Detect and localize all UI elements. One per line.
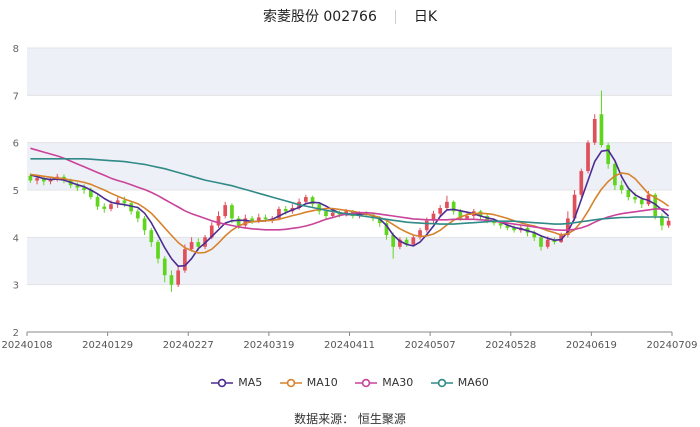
legend-item-ma30[interactable]: MA30 [355, 376, 413, 389]
candle-body [579, 171, 584, 195]
y-tick-label: 2 [13, 328, 19, 339]
candle-body [236, 218, 241, 226]
candle-body [223, 205, 228, 217]
x-tick-label: 20240227 [163, 340, 214, 351]
candle-body [136, 211, 140, 219]
candle-body [324, 211, 328, 217]
legend-marker [279, 378, 302, 387]
candle-body [216, 216, 221, 226]
legend-label: MA60 [457, 376, 489, 389]
candle-body [592, 119, 597, 143]
candle-body [142, 218, 147, 231]
candle-body [263, 217, 268, 220]
x-tick-label: 20240709 [647, 340, 698, 351]
candle-body [545, 239, 550, 247]
legend-label: MA10 [306, 376, 338, 389]
y-tick-label: 6 [13, 139, 19, 150]
y-tick-label: 8 [13, 44, 19, 55]
candle-body [619, 185, 624, 190]
candle-body [256, 217, 261, 221]
candle-body [586, 142, 590, 172]
candle-body [599, 114, 604, 146]
y-tick-label: 3 [13, 281, 19, 292]
x-tick-label: 20240507 [405, 340, 456, 351]
candle-body [28, 175, 33, 181]
x-tick-label: 20240129 [82, 340, 133, 351]
y-tick-label: 5 [13, 186, 19, 197]
legend-item-ma10[interactable]: MA10 [279, 376, 338, 389]
y-tick-label: 7 [13, 91, 19, 102]
legend-label: MA5 [238, 376, 263, 389]
candle-body [330, 212, 335, 217]
candle-body [162, 258, 167, 276]
legend-dot [286, 378, 295, 387]
candle-body [465, 216, 469, 219]
x-tick-label: 20240319 [243, 340, 294, 351]
candle-body [122, 200, 127, 204]
candle-body [639, 199, 644, 205]
x-tick-label: 20240619 [566, 340, 617, 351]
candle-body [626, 190, 631, 198]
x-tick-label: 20240108 [2, 340, 53, 351]
candle-body [149, 230, 154, 243]
legend-dot [218, 378, 227, 387]
candlestick-chart: 2 3 4 5 6 7 8 20240108 20240129 20240227 20240319 2… [2, 44, 698, 351]
grid-band [27, 237, 672, 285]
candle-body [666, 220, 671, 226]
legend-marker [211, 378, 234, 387]
x-tick-label: 20240528 [485, 340, 536, 351]
candle-body [109, 204, 113, 209]
candle-body [35, 178, 39, 181]
legend-label: MA30 [382, 376, 414, 389]
candle-body [183, 249, 187, 271]
legend-marker [430, 378, 453, 387]
legend-marker [355, 378, 378, 387]
candle-body [156, 242, 160, 259]
data-source: 数据来源： 恒生聚源 [294, 412, 406, 426]
candle-body [102, 206, 107, 209]
candle-body [438, 207, 443, 214]
candle-body [230, 205, 234, 219]
legend-item-ma5[interactable]: MA5 [211, 376, 262, 389]
candle-body [250, 218, 254, 221]
candle-body [169, 275, 174, 285]
candle-body [189, 242, 194, 250]
legend-item-ma60[interactable]: MA60 [430, 376, 489, 389]
candle-body [196, 242, 201, 247]
candle-body [633, 197, 637, 200]
candle-body [606, 145, 611, 164]
y-tick-label: 4 [13, 233, 19, 244]
grid-band [27, 48, 672, 96]
candle-body [176, 270, 181, 285]
legend: MA5 MA10 MA30 MA60 [0, 376, 700, 391]
candle-body [95, 197, 100, 207]
candle-body [411, 237, 416, 245]
candle-body [283, 208, 288, 212]
candle-body [539, 237, 543, 247]
candle-body [445, 201, 449, 208]
legend-dot [362, 378, 371, 387]
candle-body [129, 203, 133, 212]
candle-body [424, 220, 429, 231]
candle-body [303, 197, 308, 202]
legend-dot [437, 378, 446, 387]
x-tick-label: 20240411 [324, 340, 375, 351]
